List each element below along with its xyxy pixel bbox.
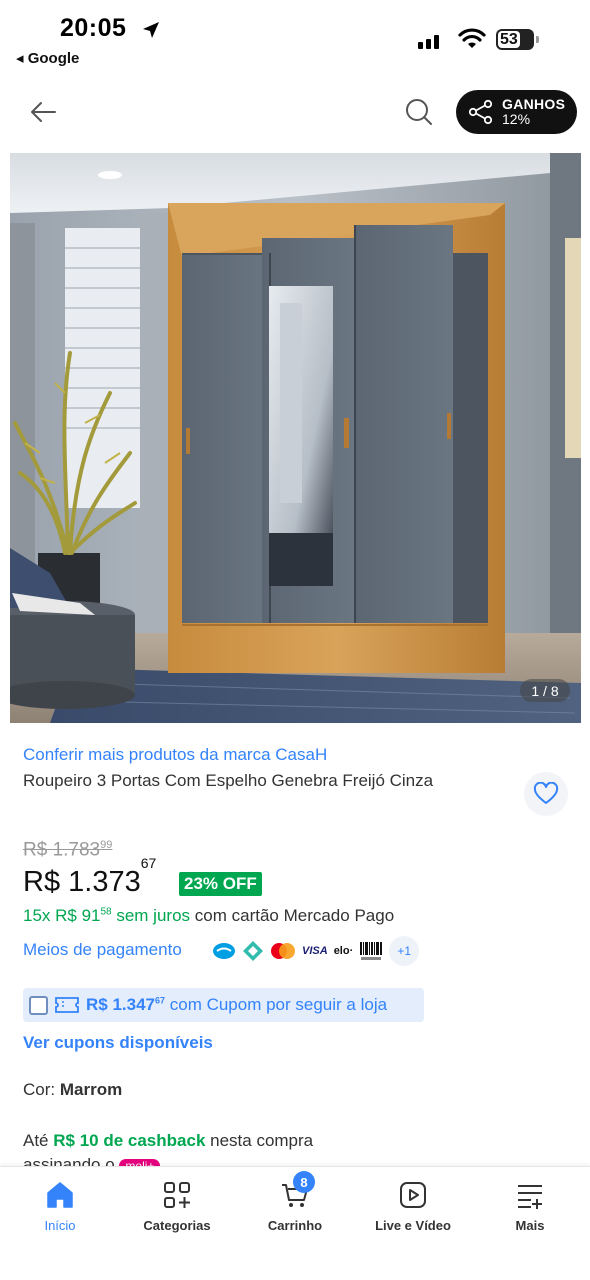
battery-icon: 53 [496, 29, 534, 50]
tab-inicio-label: Início [44, 1218, 76, 1233]
color-value: Marrom [59, 1080, 123, 1099]
categories-icon [164, 1182, 190, 1208]
image-counter: 1 / 8 [520, 679, 570, 702]
tab-mais-label: Mais [515, 1218, 545, 1233]
elo-icon: elo· [333, 945, 354, 957]
home-icon [47, 1182, 73, 1208]
location-arrow-icon [143, 22, 159, 38]
favorite-button[interactable] [524, 772, 568, 816]
original-price-cents: 99 [100, 839, 113, 851]
mastercard-icon [271, 943, 295, 959]
current-price-cents: 67 [140, 855, 157, 872]
product-image[interactable] [10, 153, 581, 723]
boleto-icon [360, 942, 383, 960]
cart-count-badge: 8 [293, 1171, 315, 1193]
payment-icons[interactable]: VISA elo· +1 [212, 936, 420, 966]
menu-more-icon [518, 1185, 542, 1209]
discount-badge: 23% OFF [179, 872, 262, 896]
search-button[interactable] [403, 96, 435, 128]
pix-icon [243, 941, 263, 961]
installments-suffix: com cartão Mercado Pago [190, 906, 395, 925]
product-title: Roupeiro 3 Portas Com Espelho Genebra Fr… [23, 771, 434, 790]
color-label: Cor: [23, 1080, 60, 1099]
payment-methods-link[interactable]: Meios de pagamento [23, 940, 182, 960]
original-price: R$ 1.78399 [23, 839, 112, 861]
tab-categorias-label: Categorias [143, 1218, 211, 1233]
share-earnings-button[interactable]: GANHOS 12% [456, 90, 577, 134]
share-earnings-percent: 12% [502, 111, 531, 127]
back-to-app-link[interactable]: ◂ Google [16, 49, 79, 67]
brand-link[interactable]: Conferir mais produtos da marca CasaH [23, 745, 327, 765]
coupon-text: R$ 1.34767 com Cupom por seguir a loja [86, 995, 388, 1014]
battery-level: 53 [498, 31, 520, 48]
tab-live-video-label: Live e Vídeo [375, 1218, 451, 1233]
installments-amount: 15x R$ 9158 sem juros [23, 906, 191, 925]
video-play-icon [400, 1182, 426, 1208]
visa-icon: VISA [302, 945, 328, 957]
tab-mais[interactable]: Mais [480, 1167, 580, 1243]
current-price: R$ 1.37367 [23, 855, 156, 899]
color-selection[interactable]: Cor: Marrom [23, 1080, 122, 1100]
coupon-row[interactable]: R$ 1.34767 com Cupom por seguir a loja [23, 988, 424, 1022]
coupon-checkbox[interactable] [29, 995, 48, 1015]
installments-info: 15x R$ 9158 sem juros com cartão Mercado… [23, 906, 394, 926]
mercado-pago-icon [213, 943, 235, 959]
current-price-main: R$ 1.373 [23, 866, 141, 898]
tab-inicio[interactable]: Início [10, 1167, 110, 1243]
coupon-ticket-icon [55, 997, 79, 1013]
battery-tip [536, 36, 539, 43]
wardrobe-photo [10, 153, 581, 723]
original-price-main: R$ 1.783 [23, 839, 101, 861]
more-payment-methods[interactable]: +1 [389, 936, 420, 966]
tab-carrinho-label: Carrinho [267, 1218, 323, 1233]
wifi-icon [458, 28, 486, 48]
search-icon [406, 99, 432, 125]
cashback-info: Até R$ 10 de cashback nesta compra [23, 1131, 314, 1150]
arrow-left-icon [31, 102, 56, 122]
status-time: 20:05 [60, 14, 127, 42]
tab-categorias[interactable]: Categorias [127, 1167, 227, 1243]
cellular-signal-icon [418, 31, 439, 49]
cashback-amount: R$ 10 de cashback [53, 1131, 206, 1150]
back-button[interactable] [28, 97, 60, 127]
status-bar: 20:05 ◂ Google 53 [0, 0, 590, 72]
see-coupons-link[interactable]: Ver cupons disponíveis [23, 1033, 213, 1053]
share-earnings-label: GANHOS [502, 96, 566, 112]
heart-icon [533, 782, 559, 804]
tab-live-video[interactable]: Live e Vídeo [363, 1167, 463, 1243]
share-icon [468, 99, 493, 125]
